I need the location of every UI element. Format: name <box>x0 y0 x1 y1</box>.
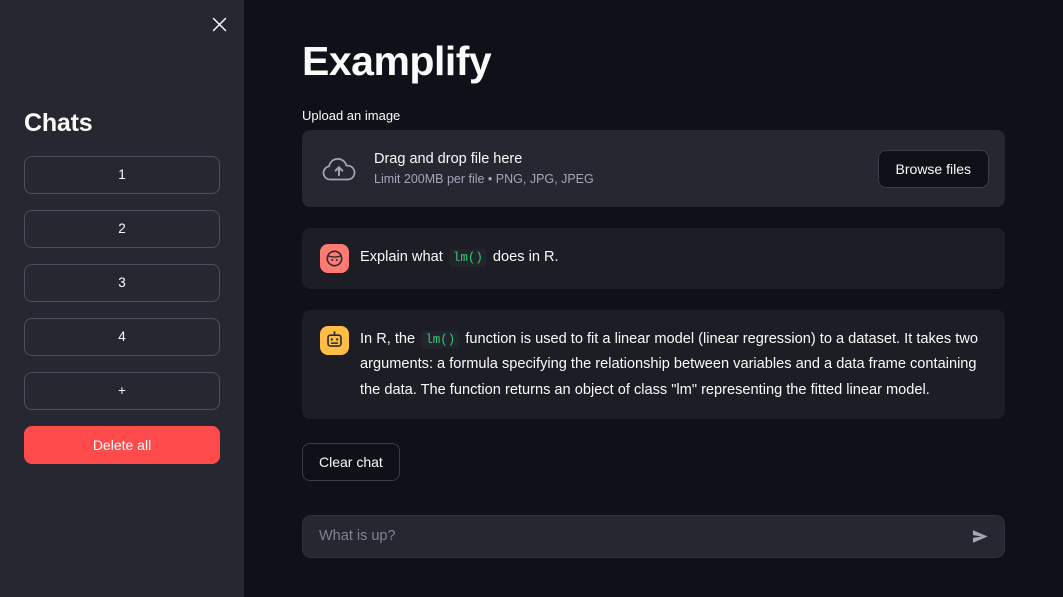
file-uploader-dropzone[interactable]: Drag and drop file here Limit 200MB per … <box>302 130 1005 208</box>
main-inner: Examplify Upload an image Drag and drop … <box>302 0 1005 558</box>
page-title: Examplify <box>302 38 492 84</box>
send-icon[interactable] <box>969 528 992 545</box>
app-root: Chats 1 2 3 4 + Delete all Examplify Upl… <box>0 0 1063 597</box>
uploader-label: Upload an image <box>302 108 401 124</box>
inline-code: lm() <box>421 331 460 350</box>
inline-code: lm() <box>448 249 487 268</box>
sidebar-body: Chats 1 2 3 4 + Delete all <box>24 109 220 464</box>
chat-message-user-text: Explain what lm() does in R. <box>360 244 559 270</box>
uploader-texts: Drag and drop file here Limit 200MB per … <box>374 150 878 188</box>
user-face-icon <box>320 244 349 274</box>
close-icon[interactable] <box>206 11 232 37</box>
sidebar-add-chat-button[interactable]: + <box>24 371 220 410</box>
assistant-text-before: In R, the <box>360 331 416 348</box>
chat-message-user: Explain what lm() does in R. <box>302 228 1005 290</box>
user-text-after: does in R. <box>492 249 559 266</box>
user-text-before: Explain what <box>360 249 443 266</box>
sidebar-chat-button-2[interactable]: 2 <box>24 209 220 248</box>
chat-input-row[interactable] <box>302 514 1005 558</box>
clear-chat-button[interactable]: Clear chat <box>302 442 400 481</box>
robot-icon <box>320 326 349 356</box>
sidebar-chat-button-4[interactable]: 4 <box>24 317 220 356</box>
clear-chat-row: Clear chat <box>302 419 1005 481</box>
browse-files-button[interactable]: Browse files <box>877 149 989 188</box>
chat-input[interactable] <box>317 515 969 557</box>
delete-all-button[interactable]: Delete all <box>24 425 220 464</box>
sidebar-title: Chats <box>24 109 93 137</box>
sidebar-chat-button-1[interactable]: 1 <box>24 155 220 194</box>
sidebar: Chats 1 2 3 4 + Delete all <box>0 0 244 597</box>
uploader-limit-text: Limit 200MB per file • PNG, JPG, JPEG <box>374 172 594 187</box>
uploader-drop-text: Drag and drop file here <box>374 150 523 167</box>
chat-message-assistant: In R, the lm() function is used to fit a… <box>302 310 1005 419</box>
sidebar-chat-button-3[interactable]: 3 <box>24 263 220 302</box>
main-content: Examplify Upload an image Drag and drop … <box>244 0 1063 597</box>
chat-message-assistant-text: In R, the lm() function is used to fit a… <box>360 326 987 403</box>
cloud-upload-icon <box>322 156 356 182</box>
